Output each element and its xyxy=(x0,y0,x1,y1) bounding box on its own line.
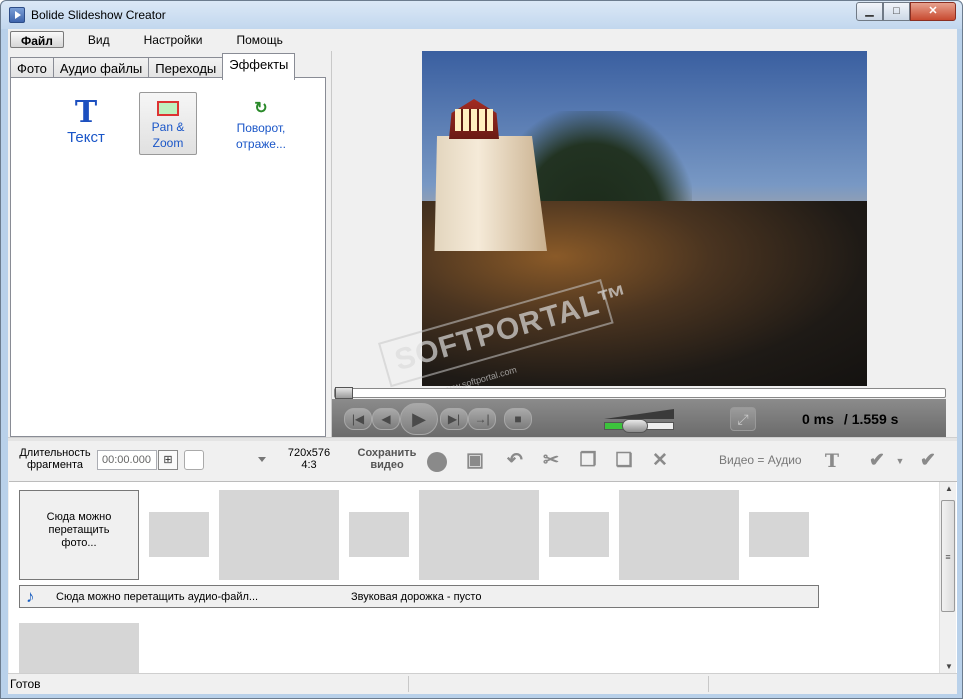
next-frame-button[interactable]: ▶| xyxy=(440,408,468,430)
minimize-button[interactable]: ▁ xyxy=(856,2,883,21)
effect-pan-zoom-label-1: Pan & xyxy=(151,120,185,134)
scroll-down-icon[interactable]: ▼ xyxy=(945,662,953,671)
effect-rotate-button[interactable]: ↻ Поворот, отраже... xyxy=(229,98,293,152)
tab-effects[interactable]: Эффекты xyxy=(222,53,296,80)
save-video-label-2: видео xyxy=(370,459,404,471)
duration-label-line2: фрагмента xyxy=(26,459,84,471)
audio-status-text: Звуковая дорожка - пусто xyxy=(351,591,482,603)
color-picker-button[interactable] xyxy=(184,450,204,470)
audio-track[interactable]: ♪ Сюда можно перетащить аудио-файл... Зв… xyxy=(19,585,819,608)
seek-thumb[interactable] xyxy=(335,387,353,399)
text-icon: T xyxy=(74,95,98,130)
duration-label: Длительность фрагмента xyxy=(18,447,92,471)
video-equals-audio-button[interactable]: Видео = Аудио xyxy=(719,453,802,467)
volume-thumb[interactable] xyxy=(622,419,648,433)
photo-drop-zone[interactable]: Сюда можно перетащить фото... xyxy=(19,490,139,580)
transition-slot[interactable] xyxy=(749,512,809,557)
preview-area: SOFTPORTAL™ www.softportal.com |◀ ◀ ▶ ▶|… xyxy=(331,51,957,437)
go-start-button[interactable]: |◀ xyxy=(344,408,372,430)
audio-drop-text: Сюда можно перетащить аудио-файл... xyxy=(56,591,259,603)
menu-help[interactable]: Помощь xyxy=(226,31,292,48)
menu-settings[interactable]: Настройки xyxy=(134,31,213,48)
undo-icon[interactable]: ↶ xyxy=(503,449,527,473)
transition-slot[interactable] xyxy=(549,512,609,557)
play-button[interactable]: ▶ xyxy=(400,403,438,435)
scroll-thumb[interactable]: ≡ xyxy=(941,500,955,612)
maximize-button[interactable]: □ xyxy=(883,2,910,21)
app-window: Bolide Slideshow Creator ▁ □ ✕ Файл Вид … xyxy=(0,0,963,699)
playback-controls: |◀ ◀ ▶ ▶| →| ■ ⤢ 0 ms / 1.559 s xyxy=(332,399,946,437)
copy-icon[interactable]: ❐ xyxy=(576,449,600,473)
volume-wedge-icon xyxy=(604,409,674,419)
prev-frame-button[interactable]: ◀ xyxy=(372,408,400,430)
photo-slot[interactable] xyxy=(619,490,739,580)
effect-text-label: Текст xyxy=(67,129,105,146)
status-bar: Готов xyxy=(8,673,957,694)
menu-bar: Файл Вид Настройки Помощь xyxy=(8,31,307,51)
check-dropdown-icon[interactable]: ▼ xyxy=(888,449,912,473)
duration-label-line1: Длительность xyxy=(19,447,91,459)
photo-drop-line2: перетащить xyxy=(48,524,110,536)
music-note-icon: ♪ xyxy=(26,587,35,606)
effect-text-button[interactable]: T Текст xyxy=(56,96,116,146)
timeline-toolbar: Длительность фрагмента 00:00.000 ⊞ 720x5… xyxy=(8,441,957,481)
paste-icon[interactable]: ❏ xyxy=(612,449,636,473)
record-icon[interactable] xyxy=(427,452,447,472)
resolution-button[interactable]: 720x576 4:3 xyxy=(284,447,334,471)
photo-drop-line3: фото... xyxy=(61,537,97,549)
resolution-value: 720x576 xyxy=(287,447,331,459)
save-video-button[interactable]: Сохранить видео xyxy=(352,447,422,471)
photo-slot[interactable] xyxy=(19,623,139,674)
close-button[interactable]: ✕ xyxy=(910,2,956,21)
title-bar[interactable]: Bolide Slideshow Creator ▁ □ ✕ xyxy=(1,1,962,29)
app-icon xyxy=(9,7,25,23)
check-icon[interactable]: ✔ xyxy=(865,449,889,473)
current-time: 0 ms xyxy=(802,411,834,427)
pan-zoom-icon xyxy=(157,101,179,116)
status-divider xyxy=(708,676,709,692)
effect-rotate-label-2: отраже... xyxy=(236,137,286,151)
effects-panel: T Текст Pan & Zoom ↻ Поворот, отраже... xyxy=(10,77,326,437)
scroll-up-icon[interactable]: ▲ xyxy=(945,484,953,493)
window-title: Bolide Slideshow Creator xyxy=(31,8,166,22)
time-readout: 0 ms / 1.559 s xyxy=(802,411,898,427)
menu-view[interactable]: Вид xyxy=(78,31,120,48)
timeline: Сюда можно перетащить фото... ♪ Сюда мож… xyxy=(9,481,957,674)
check-all-icon[interactable]: ✔ xyxy=(916,449,940,473)
effect-pan-zoom-label-2: Zoom xyxy=(152,136,184,150)
menu-file[interactable]: Файл xyxy=(10,31,64,48)
status-divider xyxy=(408,676,409,692)
timeline-scrollbar[interactable]: ▲ ≡ ▼ xyxy=(939,482,956,674)
aspect-value: 4:3 xyxy=(301,459,317,471)
volume-slider[interactable] xyxy=(604,409,674,433)
cut-icon[interactable]: ✂ xyxy=(539,449,563,473)
effect-rotate-label-1: Поворот, xyxy=(236,121,286,135)
rotate-icon: ↻ xyxy=(254,100,268,117)
text-tool-icon[interactable]: T xyxy=(820,449,844,473)
effect-pan-zoom-button[interactable]: Pan & Zoom xyxy=(139,92,197,155)
total-time: / 1.559 s xyxy=(843,411,899,427)
stop-button[interactable]: ■ xyxy=(504,408,532,430)
duration-input[interactable]: 00:00.000 xyxy=(97,450,157,470)
client-area: Файл Вид Настройки Помощь Фото Аудио фай… xyxy=(8,29,957,694)
media-panel: Фото Аудио файлы Переходы Эффекты T Текс… xyxy=(8,51,328,437)
photo-slot[interactable] xyxy=(419,490,539,580)
transition-slot[interactable] xyxy=(349,512,409,557)
save-icon[interactable]: ▣ xyxy=(463,449,487,473)
delete-icon[interactable]: ✕ xyxy=(648,449,672,473)
media-tabs: Фото Аудио файлы Переходы Эффекты xyxy=(10,53,296,80)
go-end-button[interactable]: →| xyxy=(468,408,496,430)
fullscreen-button[interactable]: ⤢ xyxy=(730,407,756,431)
photo-slot[interactable] xyxy=(219,490,339,580)
transition-slot[interactable] xyxy=(149,512,209,557)
status-text: Готов xyxy=(10,677,41,691)
photo-drop-line1: Сюда можно xyxy=(46,511,112,523)
seek-bar[interactable] xyxy=(334,387,946,399)
duration-calc-button[interactable]: ⊞ xyxy=(158,450,178,470)
lighthouse-lamp xyxy=(455,109,493,131)
chevron-down-icon[interactable] xyxy=(258,457,266,462)
lighthouse-tower xyxy=(434,136,547,251)
save-video-label-1: Сохранить xyxy=(357,447,417,459)
